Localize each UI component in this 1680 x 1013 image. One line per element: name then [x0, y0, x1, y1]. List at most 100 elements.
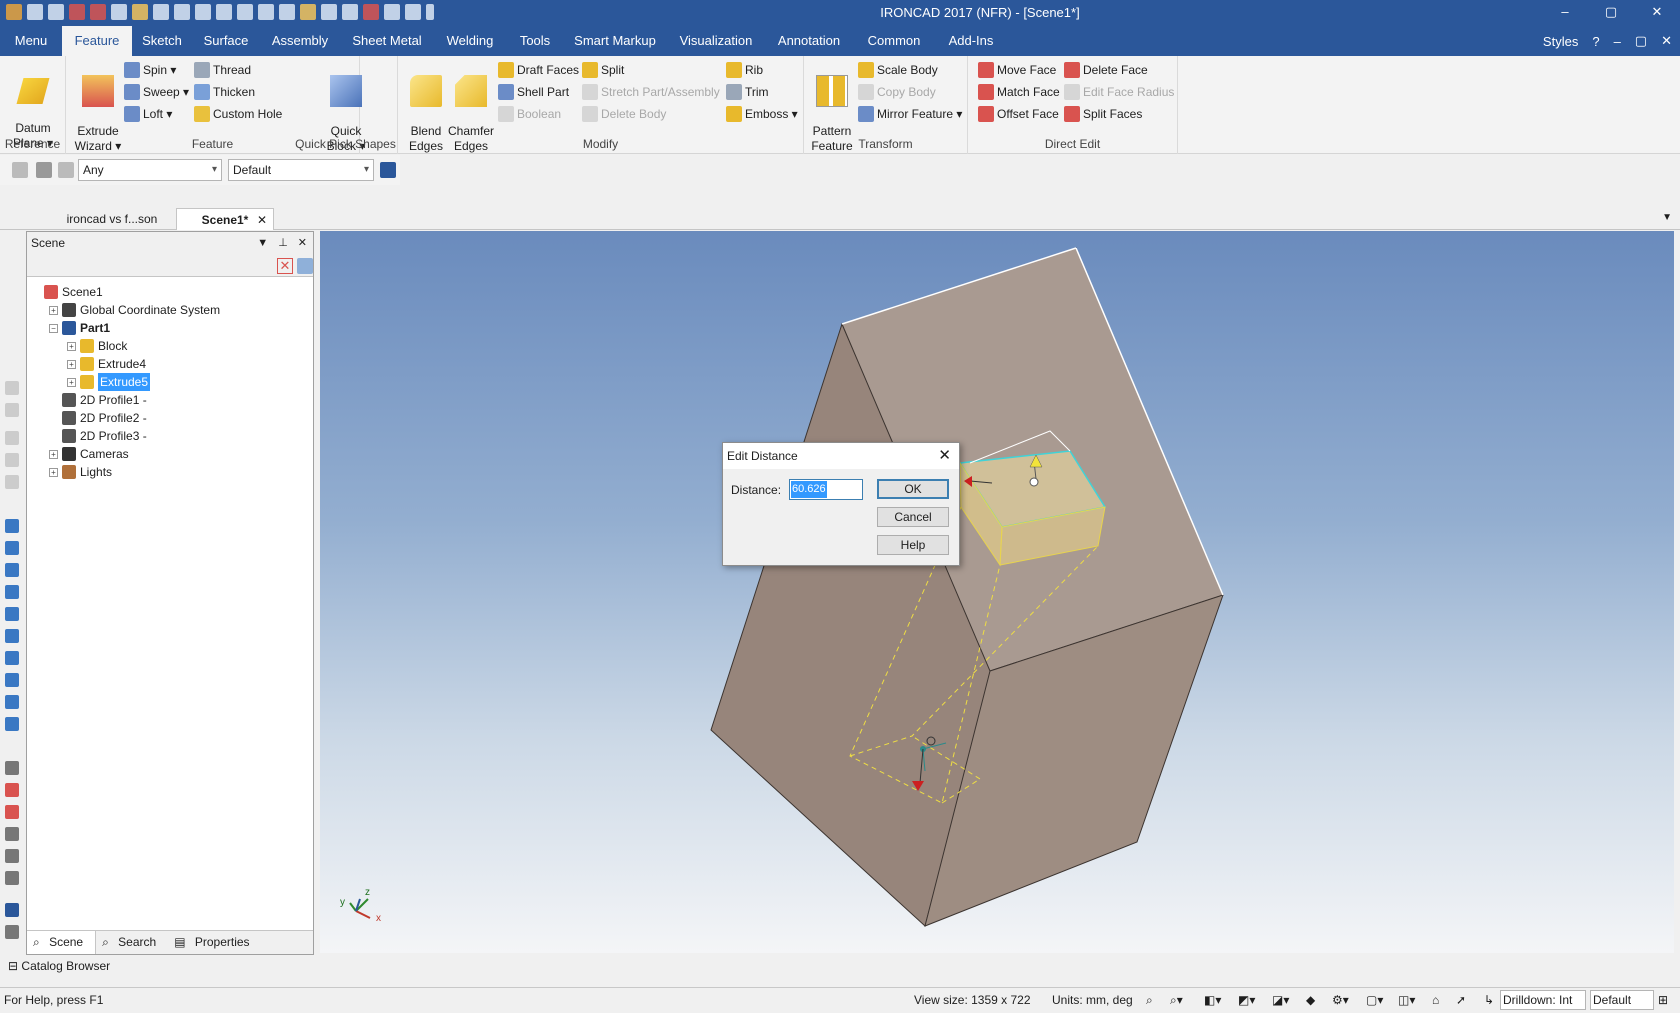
- ruler-icon[interactable]: [5, 925, 19, 939]
- tree-node[interactable]: + Extrude4: [67, 355, 146, 373]
- thread-button[interactable]: Thread: [194, 60, 251, 80]
- pointer-icon[interactable]: ➚: [1456, 988, 1466, 1012]
- footer-tab-scene[interactable]: ⌕ Scene: [27, 931, 97, 954]
- loft-button[interactable]: Loft ▾: [124, 104, 172, 124]
- scale-body-button[interactable]: Scale Body: [858, 60, 938, 80]
- distance-handle-point-icon[interactable]: [1029, 477, 1039, 487]
- tool-icon-4[interactable]: [5, 453, 19, 467]
- tab-annotation[interactable]: Annotation: [766, 26, 852, 56]
- view-bottom-icon[interactable]: [5, 629, 19, 643]
- status-style-combo[interactable]: Default: [1590, 990, 1654, 1010]
- doc-tab-close-icon[interactable]: ✕: [257, 209, 267, 231]
- tab-visualization[interactable]: Visualization: [666, 26, 766, 56]
- filter-icon[interactable]: ⌂: [1432, 988, 1439, 1012]
- tree-node[interactable]: 2D Profile3 -: [49, 427, 147, 445]
- view-cube-icon[interactable]: ◩▾: [1238, 988, 1255, 1012]
- move-face-button[interactable]: Move Face: [978, 60, 1056, 80]
- tree-node[interactable]: + Lights: [49, 463, 112, 481]
- cancel-button[interactable]: Cancel: [877, 507, 949, 527]
- tree-options-icon[interactable]: [297, 258, 313, 274]
- tree-expander-icon[interactable]: +: [67, 377, 76, 387]
- view-iso2-icon[interactable]: [5, 673, 19, 687]
- 3d-viewport[interactable]: z y x: [320, 231, 1674, 953]
- view-iso4-icon[interactable]: [5, 717, 19, 731]
- select-mode-icon[interactable]: [58, 162, 74, 178]
- frame-icon[interactable]: ▢▾: [1366, 988, 1383, 1012]
- doc-tab-scene1[interactable]: Scene1* ✕: [176, 208, 274, 230]
- tree-expander-icon[interactable]: +: [49, 467, 58, 477]
- shade-icon[interactable]: ◫▾: [1398, 988, 1415, 1012]
- camera-icon[interactable]: ◪▾: [1272, 988, 1289, 1012]
- tree-node[interactable]: Scene1: [31, 283, 103, 301]
- render-mode-icon[interactable]: ◧▾: [1204, 988, 1221, 1012]
- light-icon[interactable]: ◆: [1306, 988, 1315, 1012]
- dimension-icon[interactable]: [5, 903, 19, 917]
- panel-close-icon[interactable]: ✕: [298, 232, 307, 254]
- tree-node[interactable]: 2D Profile2 -: [49, 409, 147, 427]
- tree-expander-icon[interactable]: +: [67, 359, 76, 369]
- view-back-icon[interactable]: [5, 541, 19, 555]
- tool-icon-1[interactable]: [5, 381, 19, 395]
- mirror-feature-button[interactable]: Mirror Feature ▾: [858, 104, 962, 124]
- style-combo[interactable]: Default: [228, 159, 374, 181]
- stretch-part-button[interactable]: Stretch Part/Assembly: [582, 82, 720, 102]
- shell-part-button[interactable]: Shell Part: [498, 82, 569, 102]
- pin-icon[interactable]: ⊥: [278, 232, 288, 254]
- zoom-fit-icon[interactable]: ⌕: [1146, 988, 1153, 1012]
- help-button[interactable]: Help: [877, 535, 949, 555]
- restore-button[interactable]: ▢: [1588, 0, 1634, 26]
- delete-body-button[interactable]: Delete Body: [582, 104, 666, 124]
- delete-face-button[interactable]: Delete Face: [1064, 60, 1148, 80]
- tab-feature[interactable]: Feature: [62, 26, 132, 56]
- display-icon[interactable]: ⚙▾: [1332, 988, 1349, 1012]
- tab-sheet-metal[interactable]: Sheet Metal: [340, 26, 434, 56]
- tool-icon-2[interactable]: [5, 403, 19, 417]
- tab-list-dropdown-icon[interactable]: ▼: [1662, 212, 1672, 223]
- tree-expander-icon[interactable]: −: [49, 323, 58, 333]
- select-arrow-icon[interactable]: [36, 162, 52, 178]
- hierarchy-icon[interactable]: [380, 162, 396, 178]
- tree-expander-icon[interactable]: +: [67, 341, 76, 351]
- tab-welding[interactable]: Welding: [434, 26, 506, 56]
- drilldown-icon[interactable]: ↳: [1484, 988, 1494, 1012]
- tree-node[interactable]: + Extrude5: [67, 373, 151, 391]
- tool-icon-5[interactable]: [5, 475, 19, 489]
- copy-body-button[interactable]: Copy Body: [858, 82, 936, 102]
- view-iso-icon[interactable]: [5, 651, 19, 665]
- split-button[interactable]: Split: [582, 60, 624, 80]
- rib-button[interactable]: Rib: [726, 60, 763, 80]
- footer-tab-properties[interactable]: ▤ Properties: [168, 931, 261, 954]
- orbit-icon[interactable]: [5, 871, 19, 885]
- tab-menu[interactable]: Menu: [0, 26, 62, 56]
- styles-menu[interactable]: Styles: [1543, 34, 1578, 49]
- view-top-icon[interactable]: [5, 607, 19, 621]
- status-hierarchy-icon[interactable]: ⊞: [1658, 988, 1668, 1012]
- selection-filter-combo[interactable]: Any: [78, 159, 222, 181]
- draft-faces-button[interactable]: Draft Faces: [498, 60, 579, 80]
- zoom-icon[interactable]: ⌕▾: [1170, 988, 1183, 1012]
- angle-icon[interactable]: [5, 827, 19, 841]
- catalog-browser-bar[interactable]: ⊟ Catalog Browser: [0, 955, 1680, 977]
- doc-tab-ironcad-vs[interactable]: ironcad vs f...son 13*: [48, 208, 176, 248]
- tree-node[interactable]: 2D Profile1 -: [49, 391, 147, 409]
- mdi-close-icon[interactable]: ✕: [1661, 33, 1672, 49]
- spin-button[interactable]: Spin ▾: [124, 60, 176, 80]
- tool-icon-3[interactable]: [5, 431, 19, 445]
- tab-sketch[interactable]: Sketch: [132, 26, 192, 56]
- look-icon[interactable]: [5, 805, 19, 819]
- split-faces-button[interactable]: Split Faces: [1064, 104, 1142, 124]
- tree-node[interactable]: + Global Coordinate System: [49, 301, 220, 319]
- mdi-restore-icon[interactable]: ▢: [1635, 33, 1647, 49]
- view-right-icon[interactable]: [5, 585, 19, 599]
- boolean-button[interactable]: Boolean: [498, 104, 561, 124]
- edit-face-radius-button[interactable]: Edit Face Radius: [1064, 82, 1174, 102]
- view-left-icon[interactable]: [5, 563, 19, 577]
- rotate-icon[interactable]: [5, 849, 19, 863]
- ok-button[interactable]: OK: [877, 479, 949, 499]
- dialog-close-icon[interactable]: ✕: [938, 443, 951, 469]
- drilldown-combo[interactable]: Drilldown: Int: [1500, 990, 1586, 1010]
- thicken-button[interactable]: Thicken: [194, 82, 255, 102]
- tab-surface[interactable]: Surface: [192, 26, 260, 56]
- tab-add-ins[interactable]: Add-Ins: [936, 26, 1006, 56]
- tree-node[interactable]: + Block: [67, 337, 127, 355]
